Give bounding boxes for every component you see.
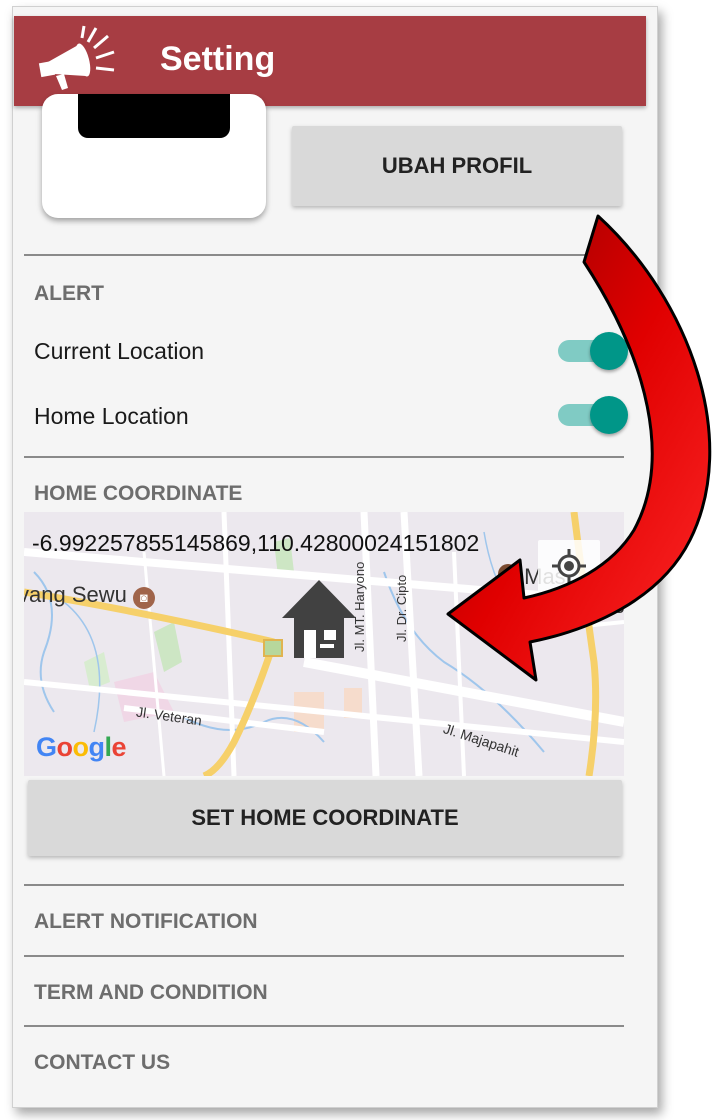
crosshair-icon xyxy=(552,549,586,583)
google-letter: G xyxy=(36,732,57,762)
camera-poi-icon: ◙ xyxy=(132,587,155,609)
map-label-lawang-sewu: vang Sewu ◙ xyxy=(24,582,155,609)
current-location-label: Current Location xyxy=(34,338,205,364)
map-street-cipto: Jl. Dr. Cipto xyxy=(394,574,409,642)
menu-contact-us[interactable]: CONTACT US xyxy=(34,1051,170,1075)
toggle-thumb xyxy=(590,396,628,434)
home-marker-icon xyxy=(282,580,356,658)
edit-profile-button[interactable]: UBAH PROFIL xyxy=(292,126,622,206)
home-coordinate-section-title: HOME COORDINATE xyxy=(34,482,243,505)
divider xyxy=(24,254,624,256)
google-letter: g xyxy=(88,732,106,762)
google-letter: e xyxy=(111,732,127,762)
divider xyxy=(24,955,624,957)
alert-section-title: ALERT xyxy=(34,282,104,305)
divider xyxy=(24,456,624,458)
home-coordinate-value: -6.992257855145869,110.42800024151802 xyxy=(32,530,480,556)
map-label-edge-bottom: g xyxy=(614,592,624,614)
divider xyxy=(24,1025,624,1027)
menu-term-and-condition[interactable]: TERM AND CONDITION xyxy=(34,981,268,1005)
google-letter: o xyxy=(72,732,90,762)
page-title: Setting xyxy=(160,40,276,78)
mosque-poi-icon xyxy=(498,564,518,584)
app-bar: Setting xyxy=(14,16,646,106)
google-letter: l xyxy=(104,732,113,762)
google-letter: o xyxy=(56,732,74,762)
home-location-label: Home Location xyxy=(34,403,189,429)
current-location-toggle[interactable] xyxy=(558,330,628,370)
home-location-toggle[interactable] xyxy=(558,394,628,434)
set-home-coordinate-button[interactable]: SET HOME COORDINATE xyxy=(28,780,622,856)
megaphone-icon xyxy=(38,25,115,90)
menu-alert-notification[interactable]: ALERT NOTIFICATION xyxy=(34,910,258,934)
toggle-thumb xyxy=(590,332,628,370)
divider xyxy=(24,884,624,886)
google-logo: Google xyxy=(36,732,127,763)
profile-photo-card[interactable] xyxy=(42,94,266,218)
profile-photo-redacted xyxy=(78,94,230,138)
map-label-edge-top: A xyxy=(608,564,622,586)
my-location-button[interactable] xyxy=(538,540,600,592)
